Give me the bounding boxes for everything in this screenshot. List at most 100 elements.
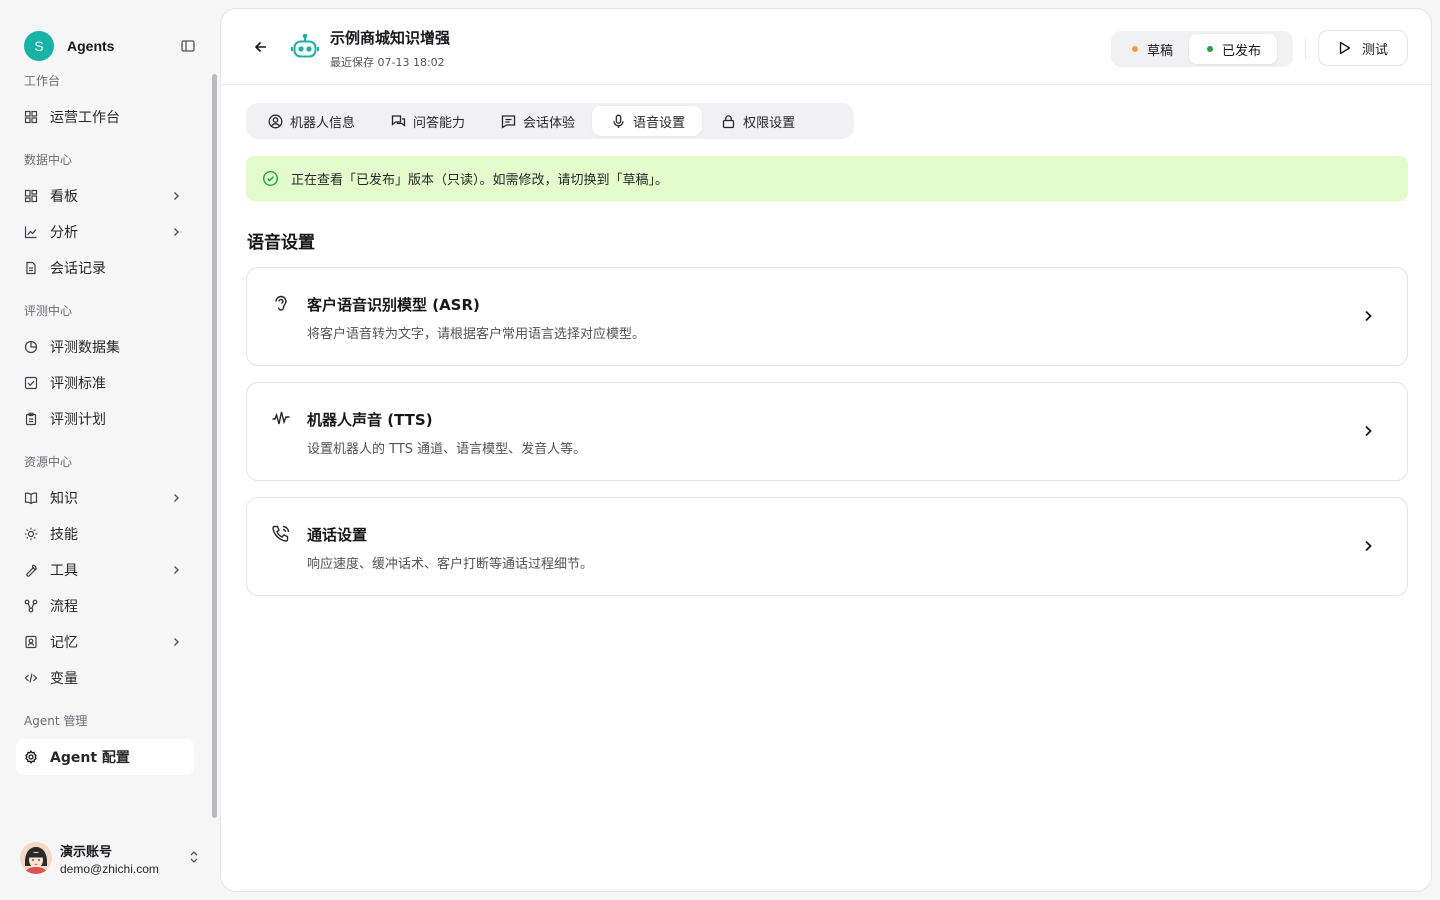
toggle-draft-label: 草稿: [1147, 43, 1174, 59]
test-button[interactable]: 测试: [1318, 30, 1408, 66]
sidebar-item-analysis[interactable]: 分析: [16, 214, 194, 250]
sidebar-item-skills[interactable]: 技能: [16, 516, 194, 552]
sidebar: S Agents 工作台 运营工作台 数据中心 看板 分析 会话记录 评测中心 …: [0, 0, 220, 900]
card-title: 通话设置: [307, 526, 368, 544]
section-title-agent-management: Agent 管理: [24, 714, 88, 728]
pie-icon: [24, 340, 38, 354]
card-call-settings[interactable]: 通话设置 响应速度、缓冲话术、客户打断等通话过程细节。: [246, 497, 1408, 596]
main-panel: 示例商城知识增强 最近保存 07-13 18:02 草稿 已发布 测试 机器人信…: [220, 8, 1432, 892]
sidebar-item-board[interactable]: 看板: [16, 178, 194, 214]
section-heading: 语音设置: [247, 233, 315, 253]
account-email: demo@zhichi.com: [60, 861, 159, 876]
chevron-right-icon: [1361, 309, 1375, 323]
tab-bar: 机器人信息 问答能力 会话体验 语音设置 权限设置: [246, 103, 854, 139]
sidebar-item-label: 变量: [50, 671, 78, 687]
section-title-eval-center: 评测中心: [24, 304, 73, 318]
card-description: 响应速度、缓冲话术、客户打断等通话过程细节。: [307, 557, 594, 572]
readonly-banner: 正在查看「已发布」版本（只读）。如需修改，请切换到「草稿」。: [246, 156, 1408, 201]
published-status-dot: [1207, 46, 1214, 52]
header-divider: [1305, 39, 1306, 59]
user-circle-icon: [268, 114, 283, 129]
sidebar-item-eval-criteria[interactable]: 评测标准: [16, 365, 194, 401]
sidebar-item-label: 评测标准: [50, 376, 106, 392]
card-asr[interactable]: 客户语音识别模型 (ASR) 将客户语音转为文字，请根据客户常用语言选择对应模型…: [246, 267, 1408, 366]
account-switcher[interactable]: 演示账号 demo@zhichi.com: [20, 840, 200, 876]
board-icon: [24, 189, 38, 203]
draft-status-dot: [1132, 46, 1138, 52]
sidebar-item-conversation-records[interactable]: 会话记录: [16, 250, 194, 286]
sidebar-item-label: 看板: [50, 189, 78, 205]
tab-conversation-experience[interactable]: 会话体验: [482, 106, 592, 136]
last-saved-text: 最近保存 07-13 18:02: [330, 56, 445, 69]
wrench-icon: [24, 563, 38, 577]
tab-qa[interactable]: 问答能力: [372, 106, 482, 136]
section-title-workbench: 工作台: [24, 74, 61, 88]
tab-label: 权限设置: [743, 115, 796, 131]
chevron-right-icon: [1361, 539, 1375, 553]
sidebar-item-flow[interactable]: 流程: [16, 588, 194, 624]
card-tts[interactable]: 机器人声音 (TTS) 设置机器人的 TTS 通道、语言模型、发音人等。: [246, 382, 1408, 481]
sidebar-item-label: 流程: [50, 599, 78, 615]
chevron-up-down-icon: [188, 850, 200, 864]
sidebar-item-memory[interactable]: 记忆: [16, 624, 194, 660]
lock-icon: [721, 114, 736, 129]
sidebar-item-tools[interactable]: 工具: [16, 552, 194, 588]
brand[interactable]: S Agents: [24, 31, 196, 61]
dashboard-icon: [24, 110, 38, 124]
sidebar-item-label: 工具: [50, 563, 78, 579]
phone-icon: [271, 524, 291, 544]
card-description: 将客户语音转为文字，请根据客户常用语言选择对应模型。: [307, 327, 646, 342]
chevron-right-icon: [170, 492, 182, 504]
section-title-data-center: 数据中心: [24, 153, 73, 167]
ear-icon: [271, 294, 291, 314]
sidebar-item-label: Agent 配置: [50, 750, 130, 766]
code-icon: [24, 671, 38, 685]
test-button-label: 测试: [1362, 42, 1389, 58]
card-title: 机器人声音 (TTS): [307, 411, 433, 429]
chart-icon: [24, 225, 38, 239]
toggle-draft[interactable]: 草稿: [1114, 34, 1189, 64]
chevron-right-icon: [1361, 424, 1375, 438]
sidebar-scrollbar[interactable]: [212, 74, 217, 818]
brand-logo: S: [24, 31, 54, 61]
sidebar-collapse-icon[interactable]: [180, 38, 196, 54]
audio-wave-icon: [271, 409, 291, 429]
chat-bubbles-icon: [391, 114, 406, 129]
book-icon: [24, 491, 38, 505]
gear-icon: [24, 750, 38, 764]
brand-name: Agents: [67, 38, 115, 54]
tab-permissions[interactable]: 权限设置: [702, 106, 812, 136]
tab-voice-settings[interactable]: 语音设置: [592, 106, 703, 136]
flow-icon: [24, 599, 38, 613]
sidebar-item-agent-config[interactable]: Agent 配置: [16, 739, 194, 775]
version-toggle: 草稿 已发布: [1111, 31, 1293, 67]
chevron-right-icon: [170, 226, 182, 238]
sidebar-item-eval-dataset[interactable]: 评测数据集: [16, 329, 194, 365]
back-arrow-icon[interactable]: [253, 39, 269, 55]
page-header: 示例商城知识增强 最近保存 07-13 18:02 草稿 已发布 测试: [221, 9, 1431, 85]
sidebar-item-label: 评测数据集: [50, 340, 120, 356]
clipboard-icon: [24, 412, 38, 426]
sidebar-item-eval-plan[interactable]: 评测计划: [16, 401, 194, 437]
tab-bot-info[interactable]: 机器人信息: [249, 106, 372, 136]
tab-label: 机器人信息: [290, 115, 356, 131]
chevron-right-icon: [170, 636, 182, 648]
play-icon: [1336, 40, 1352, 56]
toggle-published[interactable]: 已发布: [1189, 34, 1278, 64]
check-circle-icon: [262, 170, 279, 187]
sidebar-item-label: 分析: [50, 225, 78, 241]
card-description: 设置机器人的 TTS 通道、语言模型、发音人等。: [307, 442, 587, 457]
banner-text: 正在查看「已发布」版本（只读）。如需修改，请切换到「草稿」。: [291, 173, 669, 188]
sidebar-item-label: 技能: [50, 527, 78, 543]
sidebar-item-knowledge[interactable]: 知识: [16, 480, 194, 516]
sidebar-item-variables[interactable]: 变量: [16, 660, 194, 696]
tab-label: 语音设置: [633, 115, 686, 131]
memory-icon: [24, 635, 38, 649]
chevron-right-icon: [170, 190, 182, 202]
sidebar-item-ops-workbench[interactable]: 运营工作台: [16, 99, 194, 135]
chevron-right-icon: [170, 564, 182, 576]
document-icon: [24, 261, 38, 275]
message-icon: [501, 114, 516, 129]
checkbox-icon: [24, 376, 38, 390]
tab-label: 会话体验: [523, 115, 576, 131]
